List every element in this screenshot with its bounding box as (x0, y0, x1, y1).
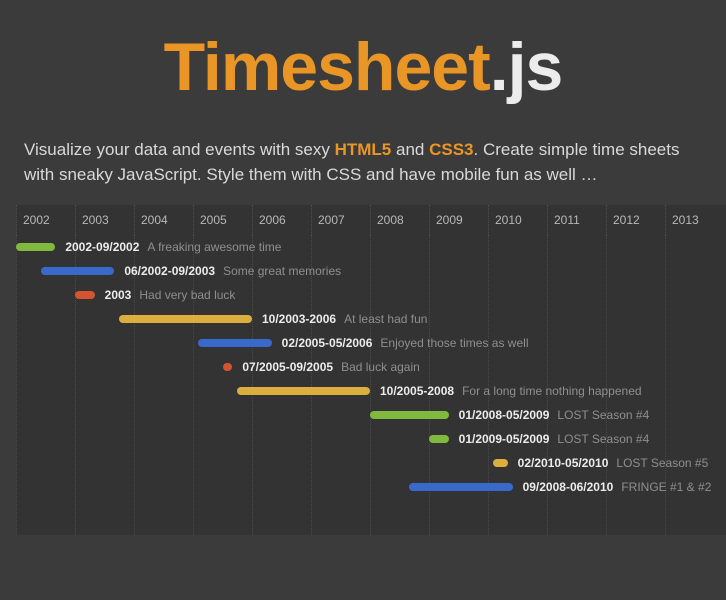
scale-year: 2002 (16, 205, 75, 235)
timesheet-bar (75, 291, 95, 299)
timesheet-label: LOST Season #5 (616, 456, 708, 470)
hero: Timesheet.js (0, 0, 726, 138)
timesheet-row: 01/2009-05/2009 LOST Season #4 (16, 427, 726, 451)
title-main: Timesheet (164, 29, 490, 105)
timesheet-row: 02/2005-05/2006 Enjoyed those times as we… (16, 331, 726, 355)
timesheet-bar (409, 483, 512, 491)
timesheet-meta: 07/2005-09/2005 Bad luck again (242, 355, 419, 379)
scale-year: 2011 (547, 205, 606, 235)
intro-kw1: HTML5 (335, 140, 392, 159)
scale-year: 2003 (75, 205, 134, 235)
scale-year: 2010 (488, 205, 547, 235)
scale-year: 2008 (370, 205, 429, 235)
timesheet-row: 06/2002-09/2003 Some great memories (16, 259, 726, 283)
timesheet-date: 09/2008-06/2010 (523, 480, 614, 494)
timesheet-row: 09/2008-06/2010 FRINGE #1 & #2 (16, 475, 726, 499)
timesheet-date: 10/2003-2006 (262, 312, 336, 326)
timesheet-date: 2003 (105, 288, 132, 302)
timesheet-meta: 02/2010-05/2010 LOST Season #5 (518, 451, 709, 475)
timesheet-scale: 2002200320042005200620072008200920102011… (16, 205, 726, 235)
scale-year: 2012 (606, 205, 665, 235)
timesheet-date: 02/2005-05/2006 (282, 336, 373, 350)
timesheet-label: Enjoyed those times as well (380, 336, 528, 350)
timesheet-date: 10/2005-2008 (380, 384, 454, 398)
timesheet-row: 10/2005-2008 For a long time nothing happ… (16, 379, 726, 403)
timesheet-meta: 01/2008-05/2009 LOST Season #4 (459, 403, 650, 427)
page-title: Timesheet.js (0, 28, 726, 106)
timesheet: 2002200320042005200620072008200920102011… (16, 205, 726, 535)
title-ext: .js (490, 29, 563, 105)
intro-mid: and (391, 140, 429, 159)
timesheet-label: Bad luck again (341, 360, 420, 374)
timesheet-bar (429, 435, 449, 443)
timesheet-bar (493, 459, 508, 467)
timesheet-date: 07/2005-09/2005 (242, 360, 333, 374)
timesheet-bar (119, 315, 252, 323)
intro-pre: Visualize your data and events with sexy (24, 140, 335, 159)
timesheet-bar (198, 339, 272, 347)
timesheet-row: 02/2010-05/2010 LOST Season #5 (16, 451, 726, 475)
timesheet-meta: 01/2009-05/2009 LOST Season #4 (459, 427, 650, 451)
timesheet-row: 07/2005-09/2005 Bad luck again (16, 355, 726, 379)
timesheet-label: A freaking awesome time (147, 240, 281, 254)
timesheet-label: Had very bad luck (139, 288, 235, 302)
timesheet-bar (370, 411, 449, 419)
timesheet-label: Some great memories (223, 264, 341, 278)
timesheet-bar (237, 387, 370, 395)
scale-year: 2007 (311, 205, 370, 235)
timesheet-row: 10/2003-2006 At least had fun (16, 307, 726, 331)
timesheet-row: 2003 Had very bad luck (16, 283, 726, 307)
scale-year: 2009 (429, 205, 488, 235)
timesheet-meta: 2002-09/2002 A freaking awesome time (65, 235, 281, 259)
timesheet-meta: 10/2005-2008 For a long time nothing happ… (380, 379, 642, 403)
timesheet-label: FRINGE #1 & #2 (621, 480, 711, 494)
timesheet-bar (223, 363, 233, 371)
scale-year: 2013 (665, 205, 724, 235)
timesheet-label: LOST Season #4 (557, 432, 649, 446)
timesheet-meta: 02/2005-05/2006 Enjoyed those times as we… (282, 331, 529, 355)
timesheet-meta: 09/2008-06/2010 FRINGE #1 & #2 (523, 475, 712, 499)
timesheet-bar (41, 267, 115, 275)
timesheet-meta: 06/2002-09/2003 Some great memories (124, 259, 341, 283)
timesheet-date: 06/2002-09/2003 (124, 264, 215, 278)
scale-year: 2006 (252, 205, 311, 235)
timesheet-date: 02/2010-05/2010 (518, 456, 609, 470)
timesheet-label: At least had fun (344, 312, 427, 326)
timesheet-meta: 2003 Had very bad luck (105, 283, 236, 307)
timesheet-row: 2002-09/2002 A freaking awesome time (16, 235, 726, 259)
timesheet-date: 2002-09/2002 (65, 240, 139, 254)
timesheet-date: 01/2009-05/2009 (459, 432, 550, 446)
timesheet-row: 01/2008-05/2009 LOST Season #4 (16, 403, 726, 427)
timesheet-rows: 2002-09/2002 A freaking awesome time 06/20… (16, 235, 726, 499)
timesheet-meta: 10/2003-2006 At least had fun (262, 307, 427, 331)
intro-paragraph: Visualize your data and events with sexy… (0, 138, 726, 205)
scale-year: 2004 (134, 205, 193, 235)
scale-year: 2005 (193, 205, 252, 235)
intro-kw2: CSS3 (429, 140, 473, 159)
timesheet-label: LOST Season #4 (557, 408, 649, 422)
timesheet-label: For a long time nothing happened (462, 384, 641, 398)
timesheet-date: 01/2008-05/2009 (459, 408, 550, 422)
timesheet-bar (16, 243, 55, 251)
